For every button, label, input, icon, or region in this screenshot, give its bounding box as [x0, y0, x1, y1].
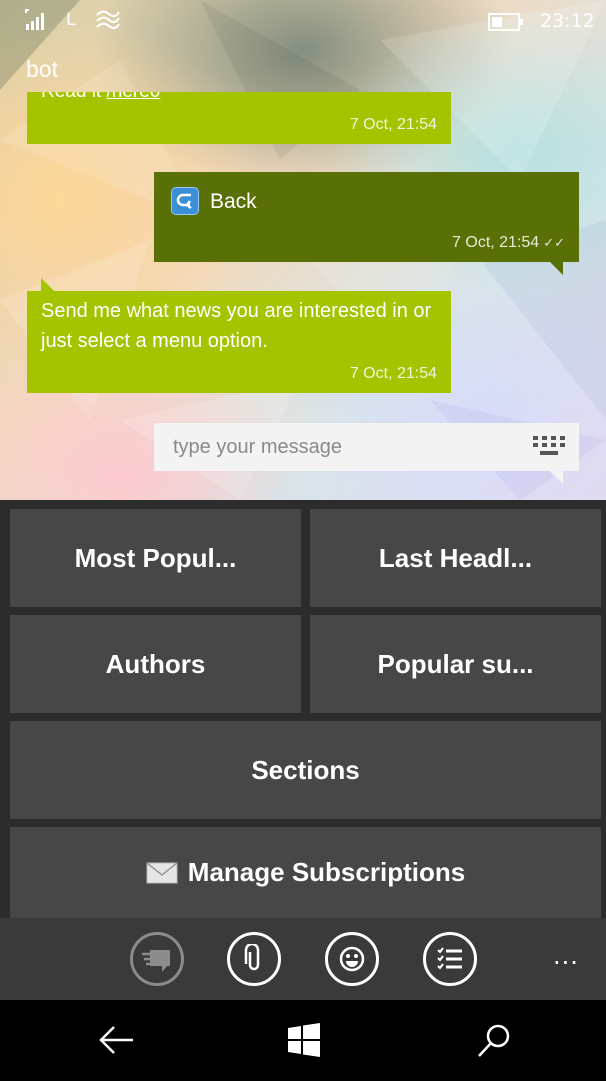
commands-list-icon	[437, 947, 462, 970]
phone-screen: L 23:12 bot Read it /here0 7 Oct, 21:54 …	[0, 0, 606, 1081]
search-icon[interactable]	[476, 1022, 514, 1060]
windows-home-icon[interactable]	[286, 1022, 322, 1058]
envelope-icon	[146, 861, 178, 883]
kb-button-label: Manage Subscriptions	[187, 857, 466, 887]
kb-button-sections[interactable]: Sections	[10, 721, 601, 819]
kb-button-manage-subscriptions[interactable]: Manage Subscriptions	[10, 827, 601, 918]
message-text: Read it /here0	[41, 92, 160, 103]
message-time-text: 7 Oct, 21:54	[452, 234, 540, 251]
message-time: 7 Oct, 21:54	[349, 116, 437, 133]
bot-keyboard-panel: Most Popul... Last Headl... Authors Popu…	[0, 500, 606, 918]
signal-strength-icon	[25, 9, 44, 30]
kb-button-most-popular[interactable]: Most Popul...	[10, 509, 301, 607]
message-time: 7 Oct, 21:54 ✓✓	[452, 234, 565, 252]
app-bar: ...	[0, 918, 606, 1000]
message-time: 7 Oct, 21:54	[349, 365, 437, 382]
attach-icon	[244, 944, 260, 971]
keyboard-toggle-icon[interactable]	[533, 436, 565, 458]
read-receipt-icon: ✓✓	[543, 235, 565, 250]
back-arrow-icon[interactable]	[98, 1022, 136, 1058]
kb-button-authors[interactable]: Authors	[10, 615, 301, 713]
commands-list-button[interactable]	[423, 932, 477, 986]
status-bar: L 23:12	[0, 0, 606, 46]
message-bubble-outgoing: Back 7 Oct, 21:54 ✓✓	[154, 172, 579, 275]
status-clock: 23:12	[540, 10, 595, 32]
message-input-container	[154, 423, 579, 484]
emoji-button[interactable]	[325, 932, 379, 986]
battery-icon	[488, 13, 523, 31]
back-emoji-icon	[171, 187, 199, 215]
input-tail	[549, 470, 563, 484]
bubble-tail	[549, 261, 563, 275]
message-text-prefix: Read it	[41, 92, 106, 102]
message-text: Send me what news you are interested in …	[41, 300, 432, 352]
chat-title: bot	[26, 56, 58, 82]
more-options-button[interactable]: ...	[553, 942, 579, 970]
bot-keyboard-icon	[142, 950, 170, 972]
bubble-tail	[41, 278, 55, 292]
navigation-bar	[0, 1000, 606, 1081]
message-bubble-incoming: Read it /here0 7 Oct, 21:54	[27, 92, 451, 144]
kb-button-popular-subjects[interactable]: Popular su...	[310, 615, 601, 713]
wifi-icon	[96, 10, 120, 30]
message-text: Back	[210, 190, 257, 213]
message-link[interactable]: /here0	[106, 92, 160, 102]
message-input[interactable]	[154, 423, 514, 471]
attach-button[interactable]	[227, 932, 281, 986]
kb-button-last-headlines[interactable]: Last Headl...	[310, 509, 601, 607]
message-bubble-incoming: Send me what news you are interested in …	[27, 278, 451, 393]
emoji-icon	[339, 946, 365, 972]
network-type: L	[66, 10, 76, 30]
bot-keyboard-button[interactable]	[130, 932, 184, 986]
